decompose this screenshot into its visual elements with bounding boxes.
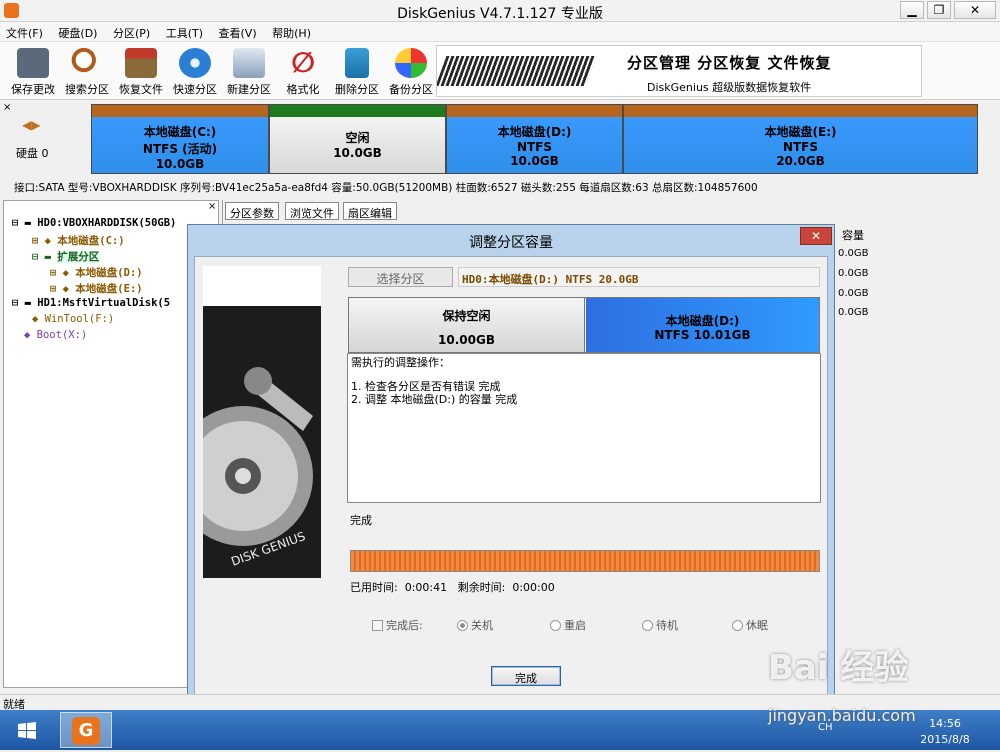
baidu-watermark: Bai 经验 xyxy=(768,648,909,688)
banner-line2: DiskGenius 超级版数据恢复软件 xyxy=(647,81,812,94)
window-title: DiskGenius V4.7.1.127 专业版 xyxy=(397,6,603,22)
save-icon xyxy=(17,48,49,78)
log-line: 2. 调整 本地磁盘(D:) 的容量 完成 xyxy=(351,393,518,406)
option-shutdown[interactable]: 关机 xyxy=(457,617,493,633)
after-complete-checkbox[interactable]: 完成后: xyxy=(372,617,423,633)
tab-sector-edit[interactable]: 扇区编辑 xyxy=(343,202,397,220)
select-partition-button[interactable]: 选择分区 xyxy=(348,267,453,287)
windows-icon xyxy=(18,722,36,739)
close-icon[interactable]: × xyxy=(3,102,11,113)
quick-partition-button[interactable]: 快速分区 xyxy=(168,46,222,98)
start-button[interactable] xyxy=(2,713,52,749)
backup-partition-button[interactable]: 备份分区 xyxy=(384,46,438,98)
time-info: 已用时间: 0:00:41 剩余时间: 0:00:00 xyxy=(350,581,555,594)
menu-help[interactable]: 帮助(H) xyxy=(266,22,317,41)
capacity-cell: 0.0GB xyxy=(838,288,869,299)
format-button[interactable]: ∅ 格式化 xyxy=(276,46,330,98)
hard-disk-graphic: DISK GENIUS xyxy=(173,306,321,578)
keep-free-block[interactable]: 保持空闲 10.00GB xyxy=(349,298,585,352)
option-restart[interactable]: 重启 xyxy=(550,617,586,633)
tree-close-icon[interactable]: × xyxy=(208,201,216,212)
new-partition-button[interactable]: 新建分区 xyxy=(222,46,276,98)
capacity-column-header: 容量 xyxy=(842,229,864,242)
diskgenius-app-icon: G xyxy=(72,717,100,745)
tree-item-boot[interactable]: ◆ Boot(X:) xyxy=(24,329,87,341)
menu-disk[interactable]: 硬盘(D) xyxy=(52,22,103,41)
progress-bar xyxy=(350,550,820,572)
selected-partition-path: HD0:本地磁盘(D:) NTFS 20.0GB xyxy=(458,267,820,287)
tree-item-d[interactable]: ⊞ ◆ 本地磁盘(D:) xyxy=(50,265,143,280)
banner-line1: 分区管理 分区恢复 文件恢复 xyxy=(627,54,832,72)
dialog-partition-map: 保持空闲 10.00GB 本地磁盘(D:) NTFS 10.01GB xyxy=(348,297,820,353)
menu-view[interactable]: 查看(V) xyxy=(213,22,263,41)
status-text: 完成 xyxy=(350,514,372,527)
baidu-watermark-url: jingyan.baidu.com xyxy=(768,706,916,725)
backup-icon xyxy=(395,48,427,78)
menu-file[interactable]: 文件(F) xyxy=(0,22,49,41)
capacity-cell: 0.0GB xyxy=(838,248,869,259)
tree-item-e[interactable]: ⊞ ◆ 本地磁盘(E:) xyxy=(50,281,143,296)
option-standby[interactable]: 待机 xyxy=(642,617,678,633)
log-line: 1. 检查各分区是否有错误 完成 xyxy=(351,380,501,393)
taskbar-diskgenius[interactable]: G xyxy=(60,712,112,748)
disk-icon xyxy=(179,48,211,78)
partition-free[interactable]: 空闲 10.0GB xyxy=(269,104,446,174)
dialog-title: 调整分区容量 xyxy=(469,235,553,251)
delete-partition-button[interactable]: 删除分区 xyxy=(330,46,384,98)
taskbar-clock[interactable]: 14:56 2015/8/8 xyxy=(915,716,975,748)
tree-item-hd1[interactable]: ⊟ ▬ HD1:MsftVirtualDisk(5 xyxy=(12,297,170,309)
tree-item-c[interactable]: ⊞ ◆ 本地磁盘(C:) xyxy=(32,233,125,248)
format-icon: ∅ xyxy=(291,46,315,79)
recover-files-button[interactable]: 恢复文件 xyxy=(114,46,168,98)
minimize-button[interactable]: ▁ xyxy=(900,1,924,19)
tab-partition-params[interactable]: 分区参数 xyxy=(225,202,279,220)
tree-item-extended[interactable]: ⊟ ▬ 扩展分区 xyxy=(32,249,100,264)
product-banner: 分区管理 分区恢复 文件恢复 DiskGenius 超级版数据恢复软件 xyxy=(436,45,922,97)
hard-disk-image: DISK GENIUS xyxy=(173,266,321,578)
search-partition-button[interactable]: 搜索分区 xyxy=(60,46,114,98)
partition-d-block[interactable]: 本地磁盘(D:) NTFS 10.01GB xyxy=(586,298,819,352)
partition-d[interactable]: 本地磁盘(D:) NTFS 10.0GB xyxy=(446,104,623,174)
recover-icon xyxy=(125,48,157,78)
save-changes-button[interactable]: 保存更改 xyxy=(6,46,60,98)
tree-item-wintool[interactable]: ◆ WinTool(F:) xyxy=(32,313,114,325)
close-button[interactable]: ✕ xyxy=(954,1,996,19)
trash-icon xyxy=(345,48,369,78)
log-title: 需执行的调整操作： xyxy=(351,356,450,369)
capacity-cell: 0.0GB xyxy=(838,268,869,279)
menu-partition[interactable]: 分区(P) xyxy=(107,22,156,41)
partition-c[interactable]: 本地磁盘(C:) NTFS (活动) 10.0GB xyxy=(91,104,269,174)
disk-info-line: 接口:SATA 型号:VBOXHARDDISK 序列号:BV41ec25a5a-… xyxy=(14,182,758,194)
new-partition-icon xyxy=(233,48,265,78)
diskgenius-logo xyxy=(437,56,597,86)
operation-log: 需执行的调整操作： 1. 检查各分区是否有错误 完成 2. 调整 本地磁盘(D:… xyxy=(347,353,821,503)
option-hibernate[interactable]: 休眠 xyxy=(732,617,768,633)
tree-item-hd0[interactable]: ⊟ ▬ HD0:VBOXHARDDISK(50GB) xyxy=(12,217,176,229)
capacity-cell: 0.0GB xyxy=(838,307,869,318)
done-button[interactable]: 完成 xyxy=(491,666,561,686)
maximize-button[interactable]: ❐ xyxy=(927,1,951,19)
disk-nav-arrows[interactable]: ◀▶ xyxy=(22,118,40,132)
tab-browse-files[interactable]: 浏览文件 xyxy=(285,202,339,220)
disk-label: 硬盘 0 xyxy=(16,147,49,160)
title-bar: DiskGenius V4.7.1.127 专业版 ▁ ❐ ✕ xyxy=(0,0,1000,22)
dialog-close-button[interactable]: ✕ xyxy=(800,227,832,245)
partition-e[interactable]: 本地磁盘(E:) NTFS 20.0GB xyxy=(623,104,978,174)
menu-bar: 文件(F) 硬盘(D) 分区(P) 工具(T) 查看(V) 帮助(H) xyxy=(0,22,1000,42)
menu-tools[interactable]: 工具(T) xyxy=(160,22,209,41)
search-icon xyxy=(71,48,103,78)
